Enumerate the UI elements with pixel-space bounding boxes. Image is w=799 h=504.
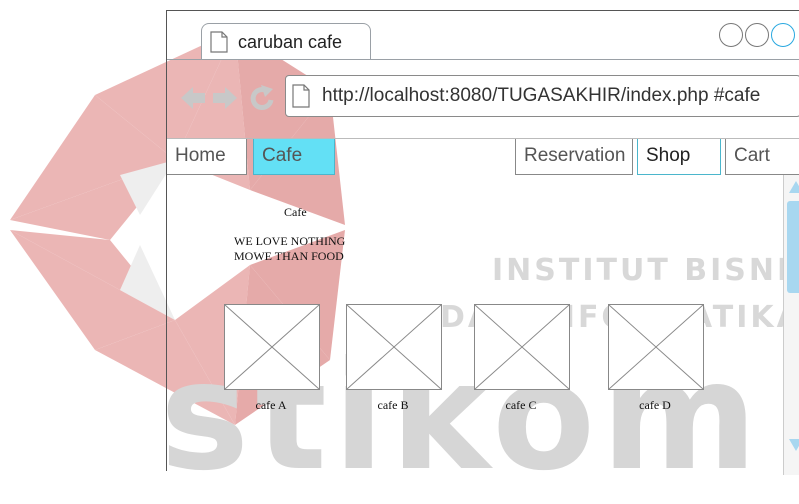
page-icon	[292, 84, 310, 108]
tab-title: caruban cafe	[238, 32, 343, 52]
image-placeholder-icon[interactable]	[346, 304, 442, 390]
tab-cafe[interactable]: Cafe	[253, 139, 335, 175]
item-label-cafe-d: cafe D	[639, 398, 671, 412]
tab-cart[interactable]: Cart	[725, 139, 799, 175]
tab-shop[interactable]: Shop	[637, 139, 721, 175]
browser-tab[interactable]: caruban cafe	[201, 23, 371, 60]
image-placeholder-icon[interactable]	[474, 304, 570, 390]
forward-arrow-icon[interactable]	[213, 87, 237, 109]
tab-reservation[interactable]: Reservation	[515, 139, 633, 175]
url-text: http://localhost:8080/TUGASAKHIR/index.p…	[322, 85, 761, 106]
window-control-icon[interactable]	[771, 23, 795, 47]
item-label-cafe-a: cafe A	[255, 398, 287, 412]
scrollbar-thumb[interactable]	[787, 201, 799, 293]
reload-icon[interactable]	[250, 85, 274, 111]
address-bar[interactable]: http://localhost:8080/TUGASAKHIR/index.p…	[285, 75, 799, 117]
window-control-icon[interactable]	[745, 23, 769, 47]
page-icon	[210, 31, 228, 53]
navigation-controls	[181, 85, 274, 111]
tagline-line1: WE LOVE NOTHING	[234, 234, 346, 248]
image-placeholder-icon[interactable]	[608, 304, 704, 390]
scroll-up-icon[interactable]	[789, 181, 799, 193]
tab-strip-divider	[167, 59, 799, 60]
item-label-cafe-b: cafe B	[377, 398, 409, 412]
scroll-down-icon[interactable]	[789, 439, 799, 451]
tagline: WE LOVE NOTHING MOWE THAN FOOD	[234, 234, 394, 264]
item-label-cafe-c: cafe C	[505, 398, 537, 412]
vertical-scrollbar[interactable]	[783, 175, 799, 475]
window-control-icon[interactable]	[719, 23, 743, 47]
tab-home[interactable]: Home	[167, 139, 247, 175]
tagline-line2: MOWE THAN FOOD	[234, 249, 344, 263]
page-title: Cafe	[284, 205, 307, 219]
image-placeholder-icon[interactable]	[224, 304, 320, 390]
back-arrow-icon[interactable]	[181, 87, 205, 109]
